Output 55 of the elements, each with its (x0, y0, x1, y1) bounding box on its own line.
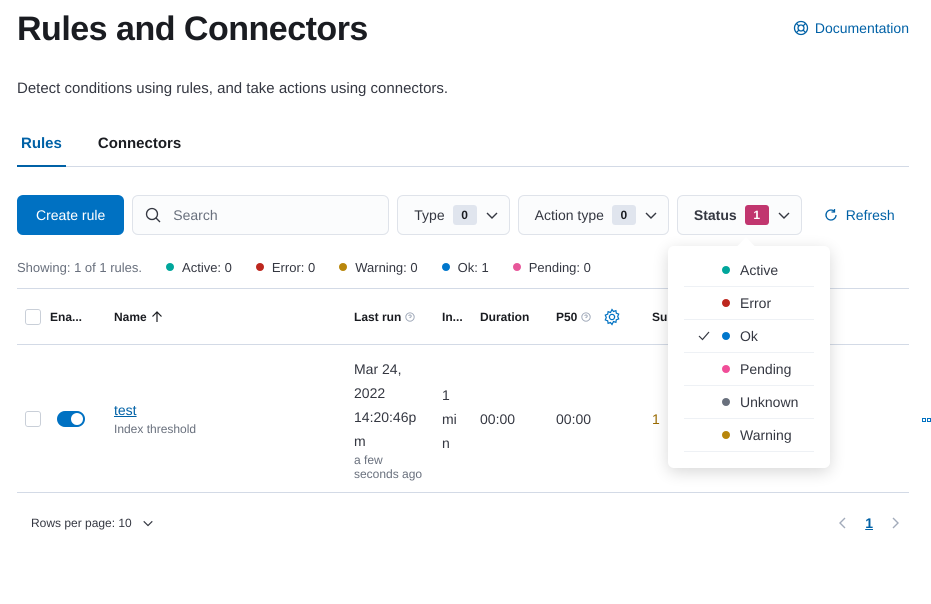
column-header: Duration (480, 310, 530, 324)
count-badge: 1 (744, 205, 769, 225)
interval-cell-text: 1 min (442, 386, 458, 452)
count-badge: 0 (612, 205, 636, 225)
refresh-icon (824, 208, 838, 222)
p50-cell-text: 00:00 (556, 410, 592, 428)
status-option[interactable]: Unknown (684, 386, 814, 419)
refresh-button[interactable]: Refresh (818, 206, 901, 224)
filter-button[interactable]: Type 0 (397, 195, 510, 235)
column-header: In... (442, 310, 464, 324)
status-option[interactable]: Active (684, 254, 814, 287)
status-count: Error: 0 (272, 260, 316, 274)
search-input[interactable]: Search (171, 206, 352, 224)
tab[interactable]: Rules (17, 127, 66, 167)
page-title: Rules and Connectors (17, 9, 368, 50)
lifebuoy-icon (792, 20, 809, 36)
duration-cell-text: 00:00 (480, 410, 516, 428)
page-button[interactable]: 1 (861, 515, 877, 531)
enabled-switch[interactable] (57, 410, 85, 426)
status-count: Ok: 1 (458, 260, 489, 274)
search-icon (145, 207, 162, 223)
documentation-link[interactable]: Documentation (792, 20, 909, 36)
status-option[interactable]: Ok (684, 320, 814, 353)
status-count: Active: 0 (182, 260, 232, 274)
help-icon (581, 312, 592, 322)
showing-count: Showing: 1 of 1 rules. (17, 260, 142, 274)
last-run-relative: a few seconds ago (354, 452, 424, 480)
column-header[interactable]: Name (107, 310, 347, 324)
page-description: Detect conditions using rules, and take actions using connectors. (17, 80, 450, 97)
status-option[interactable]: Pending (684, 353, 814, 386)
column-header: P50 (556, 310, 578, 324)
status-count: Warning: 0 (355, 260, 418, 274)
status-option[interactable]: Warning (684, 419, 814, 452)
rule-type: Index threshold (114, 422, 198, 436)
rows-per-page-button[interactable]: Rows per page: 10 (25, 515, 160, 531)
select-all-checkbox[interactable] (25, 308, 41, 324)
column-header: Last run (354, 310, 402, 324)
sort-arrow-icon (150, 310, 163, 322)
column-header: Su (652, 310, 668, 324)
row-checkbox[interactable] (25, 410, 41, 426)
settings-icon[interactable] (603, 308, 622, 326)
tab[interactable]: Connectors (94, 127, 186, 167)
actions-icon[interactable] (922, 418, 931, 423)
rule-name-link[interactable]: test (114, 402, 347, 418)
count-badge: 0 (452, 205, 477, 225)
search-field[interactable]: Search (132, 195, 390, 235)
filter-button[interactable]: Action type 0 (518, 195, 669, 235)
last-run-date: Mar 24, 2022 14:20:46pm (354, 360, 418, 450)
status-count: Pending: 0 (528, 260, 591, 274)
column-header: Ena... (50, 310, 84, 324)
filter-button[interactable]: Status 1 (676, 195, 802, 235)
status-option[interactable]: Error (684, 287, 814, 320)
table-cell-text: 1 (652, 410, 661, 428)
create-rule-button[interactable]: Create rule (17, 195, 124, 235)
help-icon (405, 312, 416, 322)
